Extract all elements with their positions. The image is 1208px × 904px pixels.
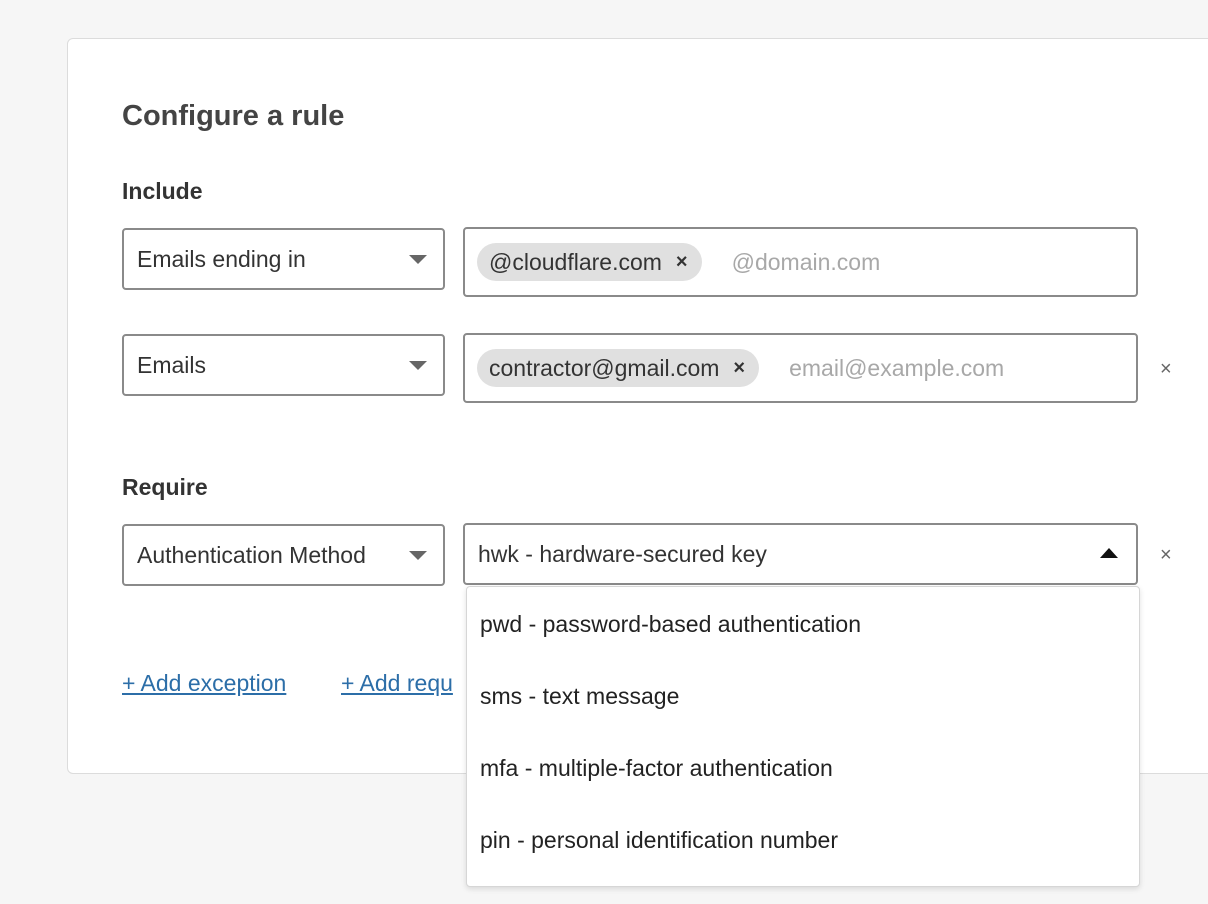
auth-method-dropdown: pwd - password-based authentication sms …	[466, 586, 1140, 887]
require-selector-value: Authentication Method	[137, 541, 366, 568]
include-selector-1[interactable]: Emails ending in	[122, 228, 445, 290]
dropdown-option-pin[interactable]: pin - personal identification number	[467, 804, 1139, 876]
page-title: Configure a rule	[122, 100, 345, 132]
dropdown-option-mfa[interactable]: mfa - multiple-factor authentication	[467, 732, 1139, 804]
domain-chip: @cloudflare.com ×	[477, 243, 702, 281]
auth-method-select[interactable]: hwk - hardware-secured key	[463, 523, 1138, 585]
email-input[interactable]	[789, 354, 1090, 382]
include-selector-1-value: Emails ending in	[137, 245, 306, 272]
email-chip: contractor@gmail.com ×	[477, 349, 760, 387]
dropdown-option-sms[interactable]: sms - text message	[467, 660, 1139, 732]
email-chip-label: contractor@gmail.com	[489, 354, 720, 381]
remove-include-row-icon[interactable]: ×	[1160, 359, 1172, 379]
email-tag-field[interactable]: contractor@gmail.com ×	[463, 333, 1138, 403]
chevron-up-icon	[1100, 548, 1118, 558]
auth-method-value: hwk - hardware-secured key	[478, 540, 767, 567]
include-selector-2-value: Emails	[137, 351, 207, 378]
include-selector-2[interactable]: Emails	[122, 334, 445, 396]
domain-input[interactable]	[731, 248, 1032, 276]
chevron-down-icon	[409, 551, 427, 560]
remove-chip-icon[interactable]: ×	[733, 358, 745, 378]
add-require-link[interactable]: + Add requ	[341, 669, 453, 697]
remove-require-row-icon[interactable]: ×	[1160, 545, 1172, 565]
dropdown-option-pwd[interactable]: pwd - password-based authentication	[467, 588, 1139, 660]
include-label: Include	[122, 178, 203, 204]
chevron-down-icon	[409, 361, 427, 370]
domain-tag-field[interactable]: @cloudflare.com ×	[463, 227, 1138, 297]
domain-chip-label: @cloudflare.com	[489, 248, 662, 275]
require-selector[interactable]: Authentication Method	[122, 524, 445, 586]
chevron-down-icon	[409, 255, 427, 264]
require-label: Require	[122, 474, 208, 500]
add-exception-link[interactable]: + Add exception	[122, 669, 286, 697]
remove-chip-icon[interactable]: ×	[676, 252, 688, 272]
